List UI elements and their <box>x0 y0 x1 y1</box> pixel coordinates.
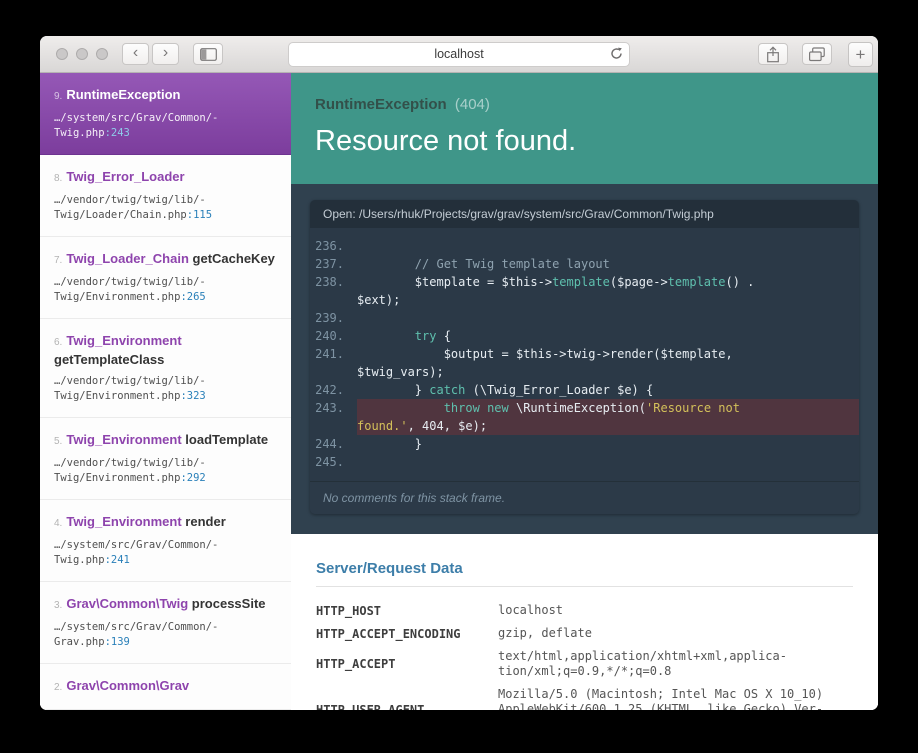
forward-icon: › <box>162 44 169 61</box>
frame-title: 9. RuntimeException <box>54 87 181 102</box>
frame-file-path: …/vendor/twig/twig/lib/- Twig/Environment… <box>54 375 206 402</box>
code-line: 241. $output = $this->twig->render($temp… <box>315 347 733 379</box>
address-bar[interactable]: localhost <box>288 41 630 67</box>
server-data-row: HTTP_ACCEPT text/html,application/xhtml+x… <box>316 649 787 678</box>
frame-title: 3. Grav\Common\Twig processSite <box>54 596 266 611</box>
traffic-lights <box>56 48 108 60</box>
frame-title: 8. Twig_Error_Loader <box>54 169 185 184</box>
server-data-row: HTTP_HOST localhost <box>316 603 564 618</box>
back-button[interactable]: ‹ <box>122 43 149 65</box>
window-minimize-button[interactable] <box>76 48 88 60</box>
open-file-link[interactable]: Open: /Users/rhuk/Projects/grav/grav/sys… <box>310 200 859 228</box>
exception-message: Resource not found. <box>315 125 577 157</box>
code-line: 236. <box>315 239 344 253</box>
refresh-icon[interactable] <box>610 47 623 63</box>
url-text: localhost <box>434 47 484 61</box>
forward-button[interactable]: › <box>152 43 179 65</box>
frame-file-path: …/vendor/twig/twig/lib/- Twig/Loader/Chai… <box>54 194 213 221</box>
show-tabs-button[interactable] <box>802 43 832 65</box>
frame-file-path: …/system/src/Grav/Common/- Grav.php:139 <box>54 621 219 648</box>
code-lines: 236. 237. // Get Twig template layout 238.… <box>310 228 859 481</box>
code-line: 239. <box>315 311 344 325</box>
frame-title: 6. Twig_Environment getTemplateClass <box>54 333 182 367</box>
frame-file-path: …/system/src/Grav/Common/- Twig.php:243 <box>54 112 219 139</box>
request-details: Server/Request Data HTTP_HOST localhost HT… <box>291 534 878 710</box>
stack-frame[interactable]: 3. Grav\Common\Twig processSite …/system/s… <box>40 582 291 664</box>
stack-frame-list: 9. RuntimeException …/system/src/Grav/Comm… <box>40 73 291 710</box>
exception-header: RuntimeException (404) Resource not foun… <box>291 73 878 184</box>
server-data-table: HTTP_HOST localhost HTTP_ACCEPT_ENCODING gz… <box>316 599 853 710</box>
frame-title: 4. Twig_Environment render <box>54 514 226 529</box>
stack-frame[interactable]: 8. Twig_Error_Loader …/vendor/twig/twig/li… <box>40 155 291 237</box>
sidebar-toggle-button[interactable] <box>193 43 223 65</box>
code-line: 240. try { <box>315 329 451 343</box>
exception-class: RuntimeException <box>315 96 447 113</box>
code-section: Open: /Users/rhuk/Projects/grav/grav/sys… <box>291 184 878 534</box>
code-line: 245. <box>315 455 344 469</box>
server-data-row: HTTP_USER_AGENT Mozilla/5.0 (Macintosh; I… <box>316 687 824 710</box>
share-icon <box>767 45 779 62</box>
toolbar-right-buttons <box>758 43 832 65</box>
frame-file-path: …/vendor/twig/twig/lib/- Twig/Environment… <box>54 457 206 484</box>
nav-buttons: ‹ › <box>122 43 179 65</box>
server-data-row: HTTP_ACCEPT_ENCODING gzip, deflate <box>316 626 592 641</box>
stack-frame[interactable]: 2. Grav\Common\Grav <box>40 664 291 710</box>
stack-frame[interactable]: 5. Twig_Environment loadTemplate …/vendor/… <box>40 418 291 500</box>
sidebar-icon <box>199 47 217 61</box>
exception-code: (404) <box>454 96 490 113</box>
share-button[interactable] <box>758 43 788 65</box>
tabs-icon <box>809 46 825 61</box>
browser-window: ‹ › localhost + 9. RuntimeException …/sy… <box>40 36 878 710</box>
code-line: 243. throw new \RuntimeException('Resour… <box>310 399 859 435</box>
frame-title: 7. Twig_Loader_Chain getCacheKey <box>54 251 275 266</box>
code-line: 244. } <box>315 437 423 451</box>
stack-frame[interactable]: 9. RuntimeException …/system/src/Grav/Comm… <box>40 73 291 155</box>
code-line: 242. } catch (\Twig_Error_Loader $e) { <box>315 383 654 397</box>
frame-file-path: …/vendor/twig/twig/lib/- Twig/Environment… <box>54 276 206 303</box>
server-data-title: Server/Request Data <box>316 560 463 577</box>
code-line: 238. $template = $this->template($page->… <box>315 275 755 307</box>
frame-title: 2. Grav\Common\Grav <box>54 678 190 693</box>
code-card: Open: /Users/rhuk/Projects/grav/grav/sys… <box>310 200 859 514</box>
window-zoom-button[interactable] <box>96 48 108 60</box>
divider <box>316 586 853 587</box>
desktop: ‹ › localhost + 9. RuntimeException …/sy… <box>0 0 918 753</box>
exception-title: RuntimeException (404) <box>315 96 854 113</box>
stack-frame[interactable]: 4. Twig_Environment render …/system/src/Gr… <box>40 500 291 582</box>
new-tab-button[interactable]: + <box>848 42 873 67</box>
page-content: 9. RuntimeException …/system/src/Grav/Comm… <box>40 73 878 710</box>
stack-frame[interactable]: 7. Twig_Loader_Chain getCacheKey …/vendor/… <box>40 237 291 319</box>
stack-frame[interactable]: 6. Twig_Environment getTemplateClass …/ven… <box>40 319 291 418</box>
browser-toolbar: ‹ › localhost + <box>40 36 878 73</box>
code-line: 237. // Get Twig template layout <box>315 257 610 271</box>
frame-file-path: …/system/src/Grav/Common/- Twig.php:241 <box>54 539 219 566</box>
frame-comments: No comments for this stack frame. <box>310 481 859 514</box>
error-panel: RuntimeException (404) Resource not foun… <box>291 73 878 710</box>
back-icon: ‹ <box>132 44 139 61</box>
frame-title: 5. Twig_Environment loadTemplate <box>54 432 269 447</box>
window-close-button[interactable] <box>56 48 68 60</box>
